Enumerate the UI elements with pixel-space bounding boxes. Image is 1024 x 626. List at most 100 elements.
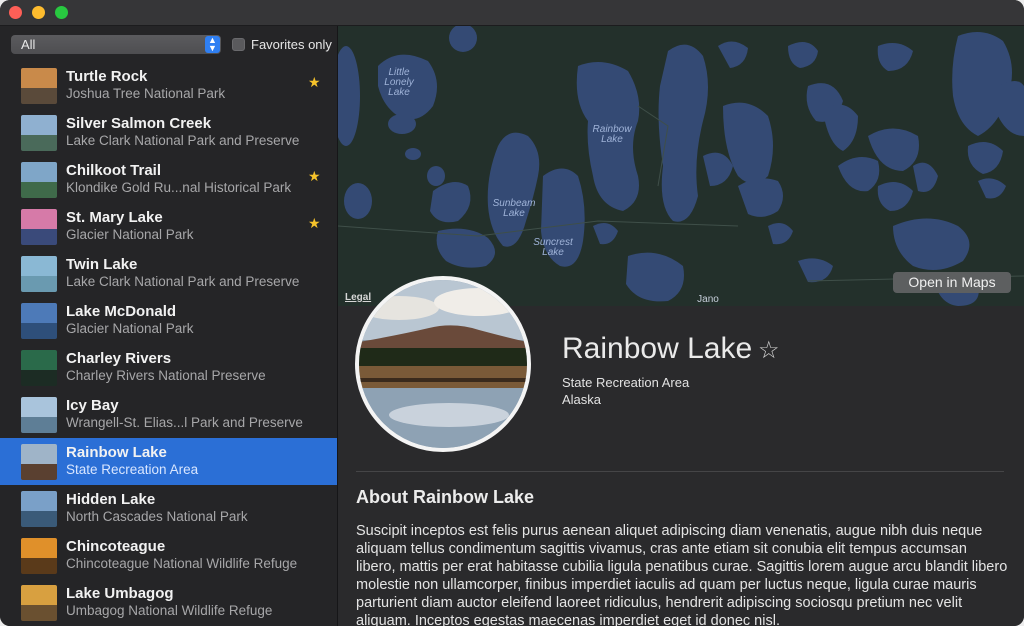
landmark-row[interactable]: Rainbow Lake State Recreation Area <box>0 438 337 485</box>
landmark-row[interactable]: Icy Bay Wrangell-St. Elias...l Park and P… <box>0 391 337 438</box>
landmark-row-title: Turtle Rock <box>66 68 148 85</box>
landmark-row[interactable]: St. Mary Lake Glacier National Park ★ <box>0 203 337 250</box>
thumbnail-sky <box>21 350 57 370</box>
landmark-state: Alaska <box>562 392 602 407</box>
landmark-row[interactable]: Turtle Rock Joshua Tree National Park ★ <box>0 62 337 109</box>
landmark-type: State Recreation Area <box>562 375 690 390</box>
thumbnail-ground <box>21 370 57 386</box>
open-in-maps-button[interactable]: Open in Maps <box>893 272 1011 293</box>
landmark-row[interactable]: Chincoteague Chincoteague National Wildli… <box>0 532 337 579</box>
thumbnail-ground <box>21 323 57 339</box>
landmark-thumbnail <box>21 538 57 574</box>
thumbnail-sky <box>21 303 57 323</box>
landmark-thumbnail <box>21 209 57 245</box>
thumbnail-sky <box>21 585 57 605</box>
landmark-row[interactable]: Twin Lake Lake Clark National Park and Pr… <box>0 250 337 297</box>
filter-bar: All ▲ ▼ Favorites only <box>0 26 337 62</box>
about-heading: About Rainbow Lake <box>356 487 535 507</box>
thumbnail-ground <box>21 605 57 621</box>
map-label-suncrest-lake: Suncrest Lake <box>533 237 573 258</box>
landmark-row-subtitle: Glacier National Park <box>66 227 194 242</box>
landmark-row[interactable]: Lake Umbagog Umbagog National Wildlife Re… <box>0 579 337 626</box>
thumbnail-sky <box>21 68 57 88</box>
landmark-row-title: Chilkoot Trail <box>66 162 162 179</box>
close-window-button[interactable] <box>9 6 22 19</box>
landmark-row-title: Twin Lake <box>66 256 138 273</box>
star-outline-icon[interactable]: ☆ <box>758 336 780 365</box>
landmark-row[interactable]: Lake McDonald Glacier National Park <box>0 297 337 344</box>
landmark-row-subtitle: Glacier National Park <box>66 321 194 336</box>
landmark-row-subtitle: Charley Rivers National Preserve <box>66 368 266 383</box>
thumbnail-ground <box>21 558 57 574</box>
map-water-shapes <box>338 26 1024 306</box>
thumbnail-ground <box>21 417 57 433</box>
thumbnail-sky <box>21 444 57 464</box>
thumbnail-sky <box>21 397 57 417</box>
map-label-rainbow-lake: Rainbow Lake <box>592 124 632 145</box>
landmark-thumbnail <box>21 256 57 292</box>
thumbnail-ground <box>21 182 57 198</box>
landmark-row-title: Hidden Lake <box>66 491 156 508</box>
landmark-thumbnail <box>21 115 57 151</box>
map-label-little-lonely-lake: Little Lonely Lake <box>384 67 414 98</box>
landmark-row-subtitle: Chincoteague National Wildlife Refuge <box>66 556 298 571</box>
landmark-thumbnail <box>21 68 57 104</box>
thumbnail-ground <box>21 135 57 151</box>
title-bar <box>0 0 1024 26</box>
map-legal-link[interactable]: Legal <box>345 292 371 303</box>
landmark-row-subtitle: North Cascades National Park <box>66 509 248 524</box>
thumbnail-ground <box>21 511 57 527</box>
landmark-row-title: Lake McDonald <box>66 303 177 320</box>
landmark-thumbnail <box>21 585 57 621</box>
thumbnail-ground <box>21 276 57 292</box>
landmark-row[interactable]: Hidden Lake North Cascades National Park <box>0 485 337 532</box>
landmark-row[interactable]: Silver Salmon Creek Lake Clark National P… <box>0 109 337 156</box>
landmark-thumbnail <box>21 303 57 339</box>
detail-view: Rainbow Lake ☆ State Recreation Area Ala… <box>338 276 1024 626</box>
landmark-row[interactable]: Charley Rivers Charley Rivers National Pr… <box>0 344 337 391</box>
landmark-row-subtitle: Lake Clark National Park and Preserve <box>66 274 300 289</box>
landmark-row-title: Icy Bay <box>66 397 119 414</box>
divider <box>356 471 1004 472</box>
map-label-sunbeam-lake: Sunbeam Lake <box>492 198 536 219</box>
landmark-description: Suscipit inceptos est felis purus aenean… <box>356 523 1008 626</box>
landmark-row-subtitle: State Recreation Area <box>66 462 199 477</box>
thumbnail-ground <box>21 229 57 245</box>
sidebar: All ▲ ▼ Favorites only Turtle Rock Joshua … <box>0 26 338 626</box>
landmark-thumbnail <box>21 397 57 433</box>
thumbnail-sky <box>21 209 57 229</box>
landmark-row-title: Chincoteague <box>66 538 166 555</box>
map-label-jano: Jano <box>697 294 719 305</box>
landmark-row[interactable]: Chilkoot Trail Klondike Gold Ru...nal His… <box>0 156 337 203</box>
favorites-only-label[interactable]: Favorites only <box>251 37 332 52</box>
thumbnail-sky <box>21 256 57 276</box>
landmark-row-subtitle: Joshua Tree National Park <box>66 86 226 101</box>
landmark-thumbnail <box>21 350 57 386</box>
map-view[interactable]: Little Lonely Lake Rainbow Lake Sunbeam … <box>338 26 1024 306</box>
zoom-window-button[interactable] <box>55 6 68 19</box>
landmark-row-title: Charley Rivers <box>66 350 172 367</box>
landmark-row-title: Rainbow Lake <box>66 444 167 461</box>
thumbnail-ground <box>21 464 57 480</box>
favorites-only-checkbox[interactable] <box>232 38 245 51</box>
app-window: All ▲ ▼ Favorites only Turtle Rock Joshua … <box>0 0 1024 626</box>
thumbnail-sky <box>21 538 57 558</box>
thumbnail-ground <box>21 88 57 104</box>
landmark-row-subtitle: Lake Clark National Park and Preserve <box>66 133 300 148</box>
landmark-row-title: Lake Umbagog <box>66 585 174 602</box>
landmark-row-subtitle: Wrangell-St. Elias...l Park and Preserve <box>66 415 303 430</box>
favorite-star-icon: ★ <box>308 168 321 184</box>
minimize-window-button[interactable] <box>32 6 45 19</box>
thumbnail-sky <box>21 115 57 135</box>
category-filter-value: All <box>21 37 36 52</box>
category-filter-select[interactable]: All ▲ ▼ <box>11 35 221 54</box>
landmark-row-subtitle: Umbagog National Wildlife Refuge <box>66 603 273 618</box>
landmark-thumbnail <box>21 162 57 198</box>
thumbnail-sky <box>21 162 57 182</box>
favorite-star-icon: ★ <box>308 215 321 231</box>
thumbnail-sky <box>21 491 57 511</box>
landmark-thumbnail <box>21 444 57 480</box>
landmark-row-title: St. Mary Lake <box>66 209 163 226</box>
up-down-chevron-icon: ▲ ▼ <box>205 36 220 53</box>
favorite-star-icon: ★ <box>308 74 321 90</box>
